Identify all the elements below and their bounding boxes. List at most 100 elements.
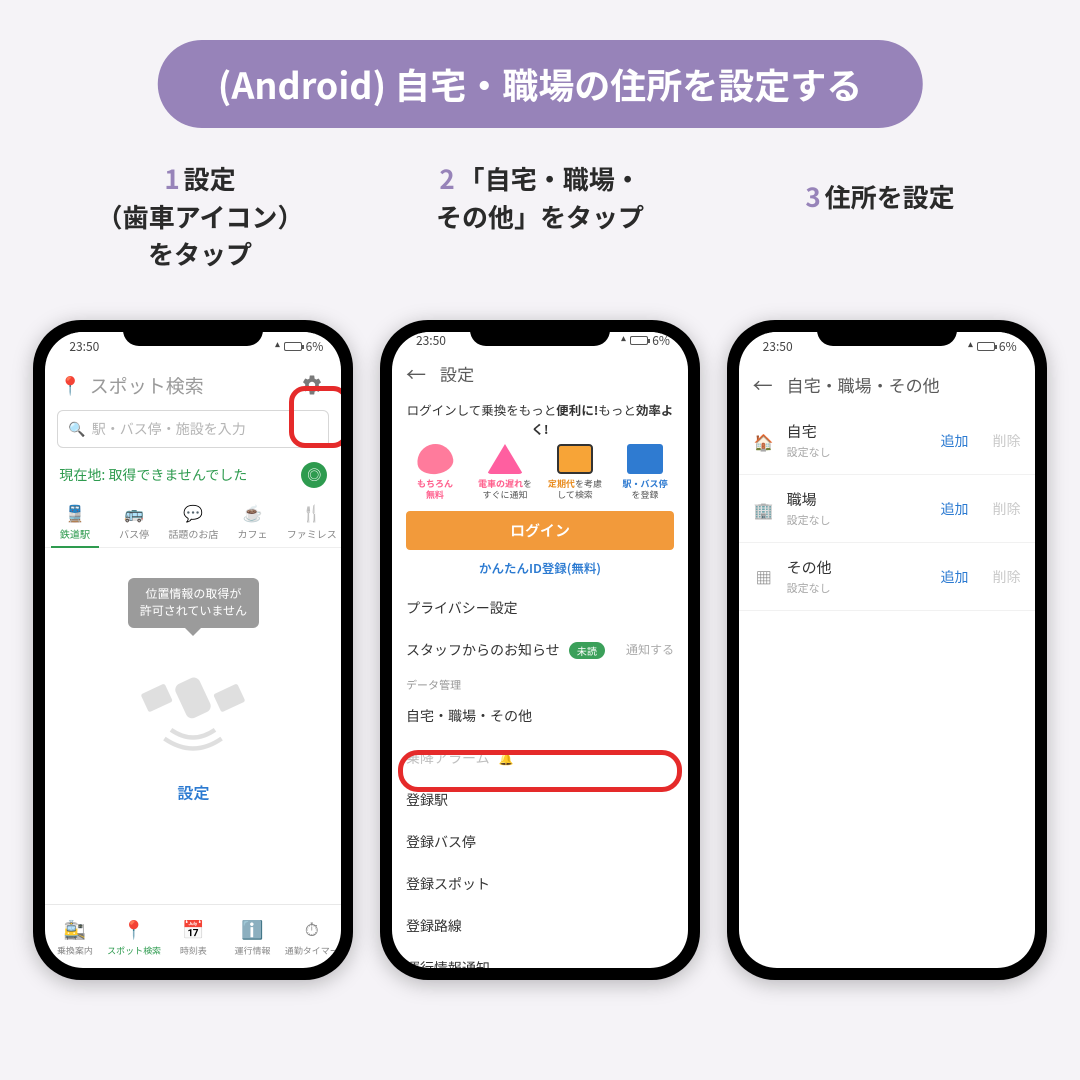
delete-button[interactable]: 削除 [993,431,1021,451]
tab-bus-stop[interactable]: 🚌 バス停 [105,496,164,547]
promo-label: を登録 [631,489,658,500]
status-battery: 6% [652,332,670,349]
settings-item-service-info-notify[interactable]: 運行情報通知 [392,947,688,969]
delete-button[interactable]: 削除 [993,499,1021,519]
item-label: 運行情報通知 [406,958,490,969]
address-row-work: 🏢 職場 設定なし 追加 削除 [739,475,1035,543]
chat-icon: 💬 [164,500,223,524]
step-1-text-l1: 設定 [184,160,236,197]
train-icon: 🚆 [45,500,104,524]
restaurant-icon: 🍴 [282,500,341,524]
status-time: 23:50 [69,338,99,355]
back-button[interactable]: ← [753,370,773,399]
nav-label: スポット検索 [107,944,161,957]
login-button[interactable]: ログイン [406,511,674,550]
promo-delay: 電車の遅れをすぐに通知 [475,444,535,501]
promo-text-bold: 便利に! [556,400,598,419]
nav-label: 運行情報 [235,944,271,957]
tab-cafe[interactable]: ☕カフェ [223,496,282,547]
open-settings-link[interactable]: 設定 [177,780,209,804]
item-label: 登録スポット [406,874,490,894]
battery-icon [284,342,302,351]
row-subtitle: 設定なし [787,580,929,596]
nav-label: 乗換案内 [57,944,93,957]
add-button[interactable]: 追加 [941,499,969,519]
settings-item-registered-lines[interactable]: 登録路線 [392,905,688,947]
gear-icon [301,374,323,396]
cafe-icon: ☕ [223,500,282,524]
battery-icon [977,342,995,351]
nav-label: 時刻表 [180,944,207,957]
promo-bus: 駅・バス停を登録 [615,444,675,501]
screen-title: スポット検索 [90,372,298,399]
nav-label: 通勤タイマー [285,944,339,957]
locate-me-button[interactable]: ◎ [301,462,327,488]
tab-train-station[interactable]: 🚆 鉄道駅 [45,496,104,547]
settings-item-registered-spots[interactable]: 登録スポット [392,863,688,905]
screen-title: 自宅・職場・その他 [787,372,940,397]
settings-item-privacy[interactable]: プライバシー設定 [392,587,688,629]
promo-label: 無料 [426,489,444,500]
status-battery: 6% [306,338,324,355]
settings-item-registered-stations[interactable]: 登録駅 [392,779,688,821]
item-label: 乗降アラーム [406,748,490,768]
nav-transfer[interactable]: 🚉乗換案内 [45,905,104,968]
free-badge-icon [415,442,455,477]
row-subtitle: 設定なし [787,444,929,460]
page-title-pill: (Android) 自宅・職場の住所を設定する [158,40,923,128]
delete-button[interactable]: 削除 [993,567,1021,587]
warning-triangle-icon [487,444,523,474]
location-status-text: 現在地: 取得できませんでした [59,465,247,485]
login-promo-heading: ログインして乗換をもっと便利に!もっと効率よく! [392,396,688,444]
satellite-icon [138,644,248,754]
wifi-icon [275,338,280,355]
item-meta: 通知する [626,641,674,658]
settings-item-staff-news[interactable]: スタッフからのお知らせ 未読 通知する [392,629,688,671]
row-title: その他 [787,557,929,578]
step-3-caption: 3住所を設定 [720,160,1040,273]
step-2-number: 2 [439,160,454,197]
search-placeholder: 駅・バス停・施設を入力 [92,419,246,439]
tooltip-line1: 位置情報の取得が [145,585,241,602]
tab-popular[interactable]: 💬話題のお店 [164,496,223,547]
phone-notch [817,320,957,346]
promo-label: して検索 [557,489,593,500]
settings-item-registered-bus-stops[interactable]: 登録バス停 [392,821,688,863]
nav-timetable[interactable]: 📅時刻表 [164,905,223,968]
back-button[interactable]: ← [406,359,426,388]
settings-gear-button[interactable] [297,370,327,400]
info-icon: ℹ️ [241,916,263,942]
step-1-text-l2: （歯車アイコン） [97,198,304,235]
add-button[interactable]: 追加 [941,567,969,587]
step-2-caption: 2「自宅・職場・ その他」をタップ [380,160,700,273]
location-pin-icon: 📍 [59,372,81,398]
add-button[interactable]: 追加 [941,431,969,451]
tab-label: バス停 [119,526,149,541]
step-3-number: 3 [805,178,820,215]
promo-text: もっと [598,400,636,419]
nav-commute-timer[interactable]: ⏱通勤タイマー [282,905,341,968]
promo-free: もちろん無料 [405,444,465,501]
tab-label: 鉄道駅 [60,526,90,541]
bus-icon: 🚌 [105,500,164,524]
pin-icon: 📍 [123,916,145,942]
easy-id-register-link[interactable]: かんたんID登録(無料) [392,558,688,577]
step-2-text-l2: その他」をタップ [436,198,644,235]
step-1-number: 1 [164,160,179,197]
nav-spot-search[interactable]: 📍 スポット検索 [105,905,164,968]
item-label: 登録駅 [406,790,448,810]
status-time: 23:50 [763,338,793,355]
promo-label: すぐに通知 [482,489,527,500]
tab-family-restaurant[interactable]: 🍴ファミレス [282,496,341,547]
item-label: スタッフからのお知らせ [406,640,560,660]
wifi-icon [621,332,626,349]
settings-item-alarm[interactable]: 乗降アラーム 🔔 [392,737,688,779]
nav-service-status[interactable]: ℹ️ 運行情報 [223,905,282,968]
promo-text: ログインして乗換をもっと [407,400,557,419]
row-subtitle: 設定なし [787,512,929,528]
search-input[interactable]: 🔍 駅・バス停・施設を入力 [57,410,329,448]
bell-icon: 🔔 [499,750,514,767]
permission-tooltip: 位置情報の取得が 許可されていません [128,578,259,628]
work-icon: 🏢 [753,497,775,521]
settings-item-home-work-other[interactable]: 自宅・職場・その他 [392,695,688,737]
